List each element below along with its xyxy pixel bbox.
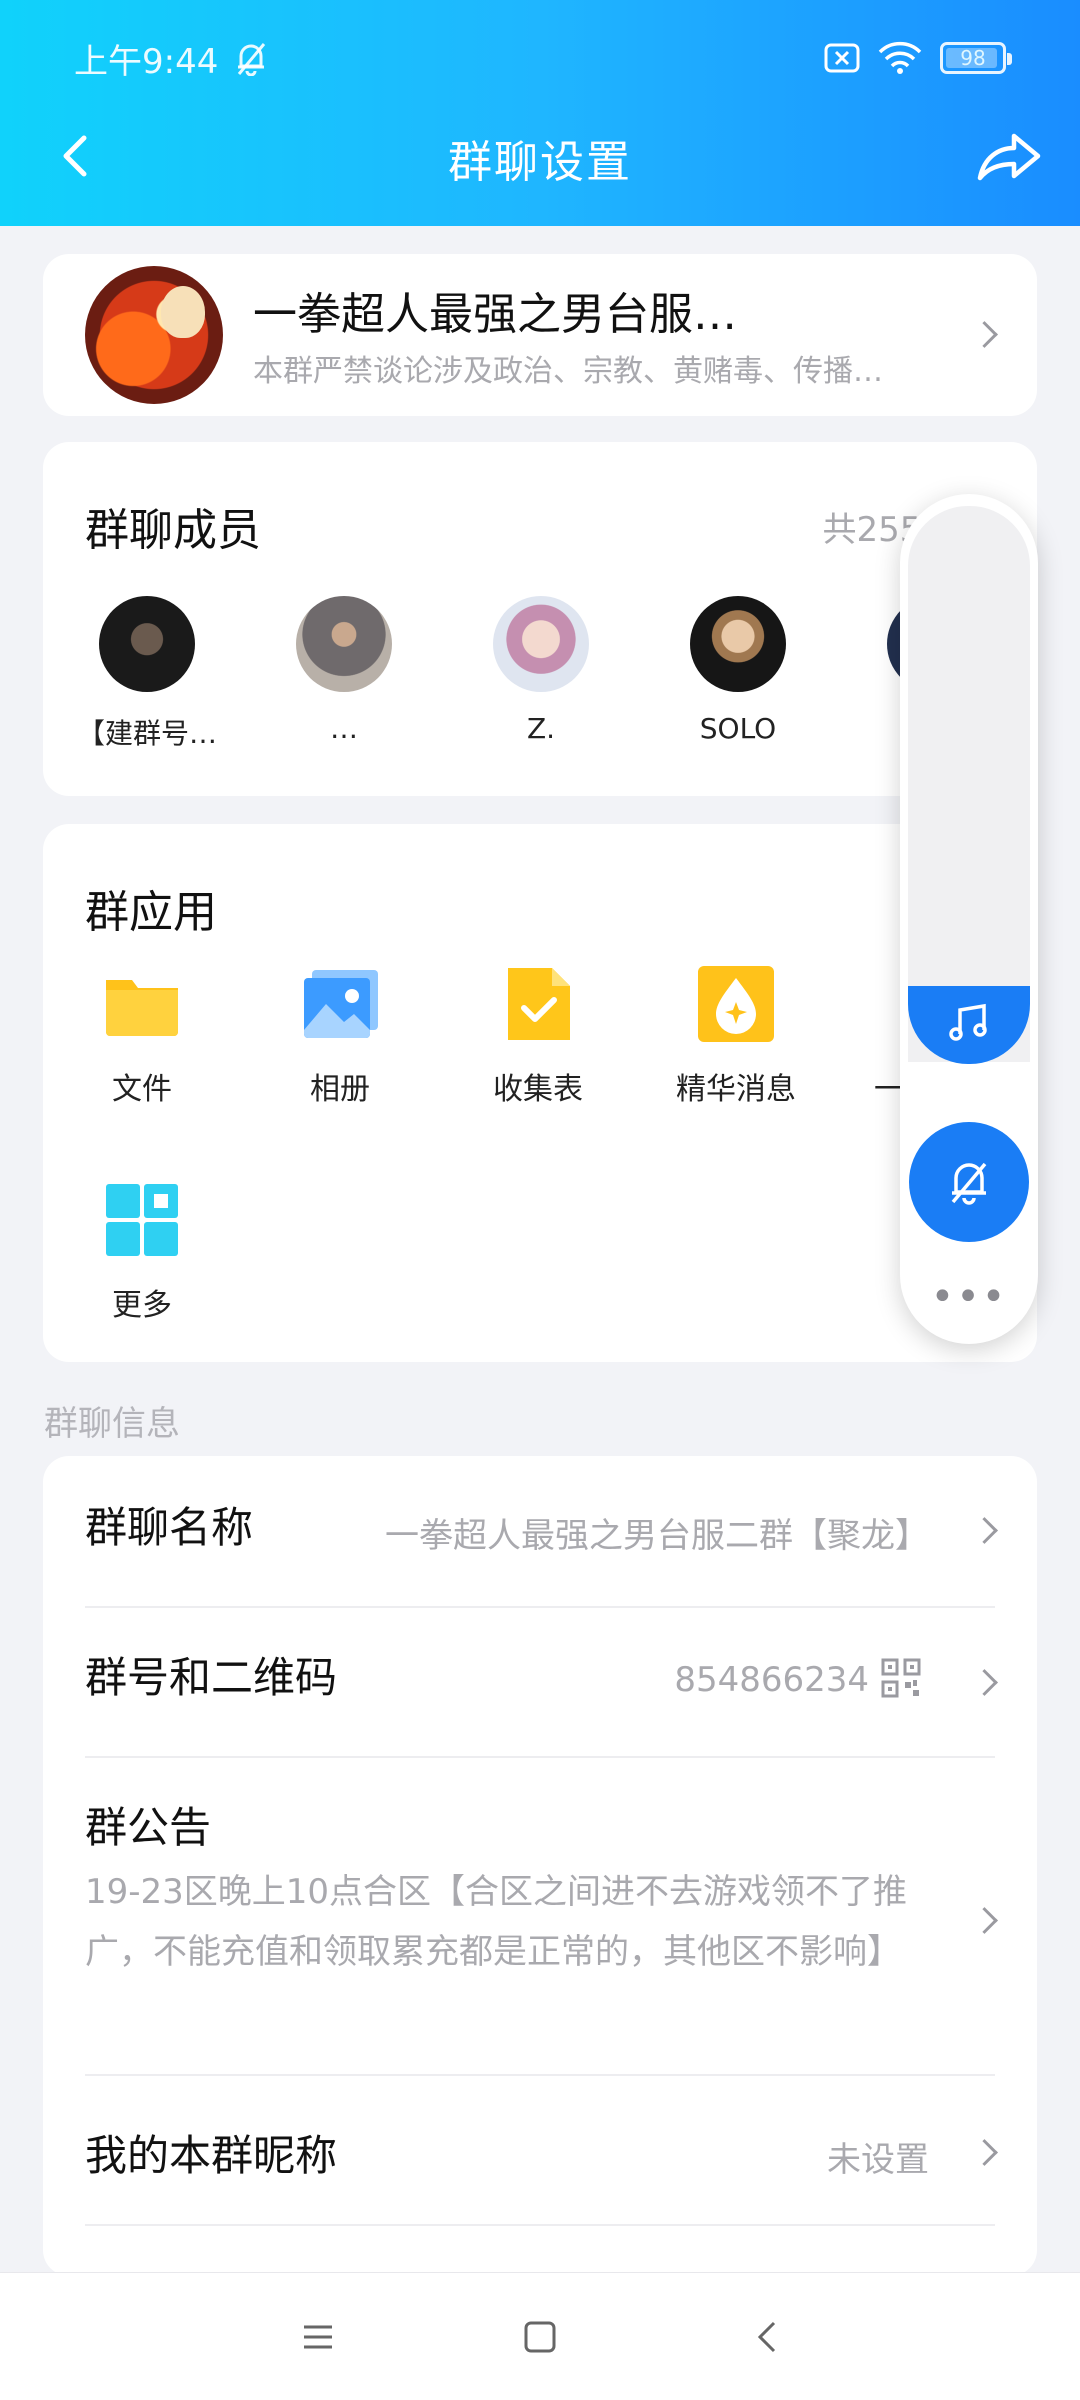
system-nav-bar [0,2272,1080,2400]
member-name: … [330,712,358,745]
share-icon[interactable] [974,124,1044,188]
app-files[interactable]: 文件 [62,964,222,1108]
group-apps-card: 群应用 文件 相册 收集表 精华消息 更多 [43,824,1037,1362]
essence-icon [696,964,776,1044]
app-label: 文件 [112,1072,172,1107]
status-time: 上午9:44 [74,41,219,82]
floating-mute-button[interactable] [909,1122,1029,1242]
app-album[interactable]: 相册 [260,964,420,1108]
member-name: SOLO [699,712,777,745]
member-avatar [296,596,392,692]
app-label: 收集表 [493,1072,583,1107]
chevron-right-icon [973,2136,995,2170]
form-icon [498,964,578,1044]
app-essence[interactable]: 精华消息 [656,964,816,1108]
header-bar: 上午9:44 98 群聊设置 [0,0,1080,226]
row-group-notice[interactable]: 群公告 19-23区晚上10点合区【合区之间进不去游戏领不了推广，不能充值和领取… [85,1758,995,2076]
chevron-right-icon [973,1666,995,1700]
row-value: 未设置 [827,2140,929,2180]
member-avatar [493,596,589,692]
row-label: 群号和二维码 [85,1653,338,1702]
qr-code-icon [881,1658,921,1698]
member-item[interactable]: … [264,596,424,745]
member-avatar [690,596,786,692]
members-title: 群聊成员 [85,505,261,556]
row-group-id-qr[interactable]: 群号和二维码 854866234 [85,1608,995,1758]
battery-indicator: 98 [940,42,1012,74]
status-bar: 上午9:44 [74,30,268,86]
member-name: Z. [526,712,556,745]
row-group-name[interactable]: 群聊名称 一拳超人最强之男台服二群【聚龙】 [85,1456,995,1608]
row-label: 群公告 [85,1803,212,1852]
mute-bell-icon [951,1162,987,1205]
group-description: 本群严禁谈论涉及政治、宗教、黄赌毒、传播… [253,354,883,389]
chevron-right-icon [973,1514,995,1548]
row-value: 一拳超人最强之男台服二群【聚龙】 [385,1516,929,1556]
app-label: 相册 [310,1072,370,1107]
row-value: 854866234 [674,1660,869,1700]
row-my-nickname[interactable]: 我的本群昵称 未设置 [85,2076,995,2226]
music-note-icon [949,1003,987,1041]
app-form[interactable]: 收集表 [458,964,618,1108]
row-label: 我的本群昵称 [85,2131,338,2180]
members-card[interactable]: 群聊成员 共2555人 【建群号… … Z. SOLO 刺 [43,442,1037,796]
chevron-right-icon [973,1904,995,1938]
row-label: 群聊名称 [85,1503,254,1552]
more-dots-icon[interactable]: ••• [900,1274,1038,1320]
chevron-right-icon [973,318,995,352]
mute-bell-icon [238,43,266,76]
floating-widget[interactable]: ••• [900,494,1038,1344]
member-item[interactable]: Z. [461,596,621,745]
group-info-card: 群聊名称 一拳超人最强之男台服二群【聚龙】 群号和二维码 854866234 群… [43,1456,1037,2276]
group-profile-card[interactable]: 一拳超人最强之男台服… 本群严禁谈论涉及政治、宗教、黄赌毒、传播… [43,254,1037,416]
app-label: 更多 [112,1288,172,1323]
app-more[interactable]: 更多 [62,1180,222,1324]
notice-text: 19-23区晚上10点合区【合区之间进不去游戏领不了推广，不能充值和领取累充都是… [85,1872,908,1972]
sim-off-icon [824,43,860,73]
group-name: 一拳超人最强之男台服… [253,289,737,340]
apps-title: 群应用 [85,887,217,938]
member-avatar [99,596,195,692]
status-icons: 98 [824,30,1012,86]
section-label-group-info: 群聊信息 [44,1404,180,1444]
member-item[interactable]: SOLO [658,596,818,745]
wifi-icon [878,41,922,74]
back-nav-icon[interactable] [744,2313,792,2361]
folder-icon [102,964,182,1044]
floating-widget-panel [908,506,1030,1062]
member-item[interactable]: 【建群号… [67,596,227,752]
page-title: 群聊设置 [448,137,632,188]
album-icon [300,964,380,1044]
grid-icon [102,1180,182,1260]
member-name: 【建群号… [76,717,217,750]
app-label: 精华消息 [676,1072,796,1107]
menu-icon[interactable] [294,2313,342,2361]
home-icon[interactable] [516,2313,564,2361]
group-avatar[interactable] [85,266,223,404]
battery-level: 98 [960,46,986,70]
